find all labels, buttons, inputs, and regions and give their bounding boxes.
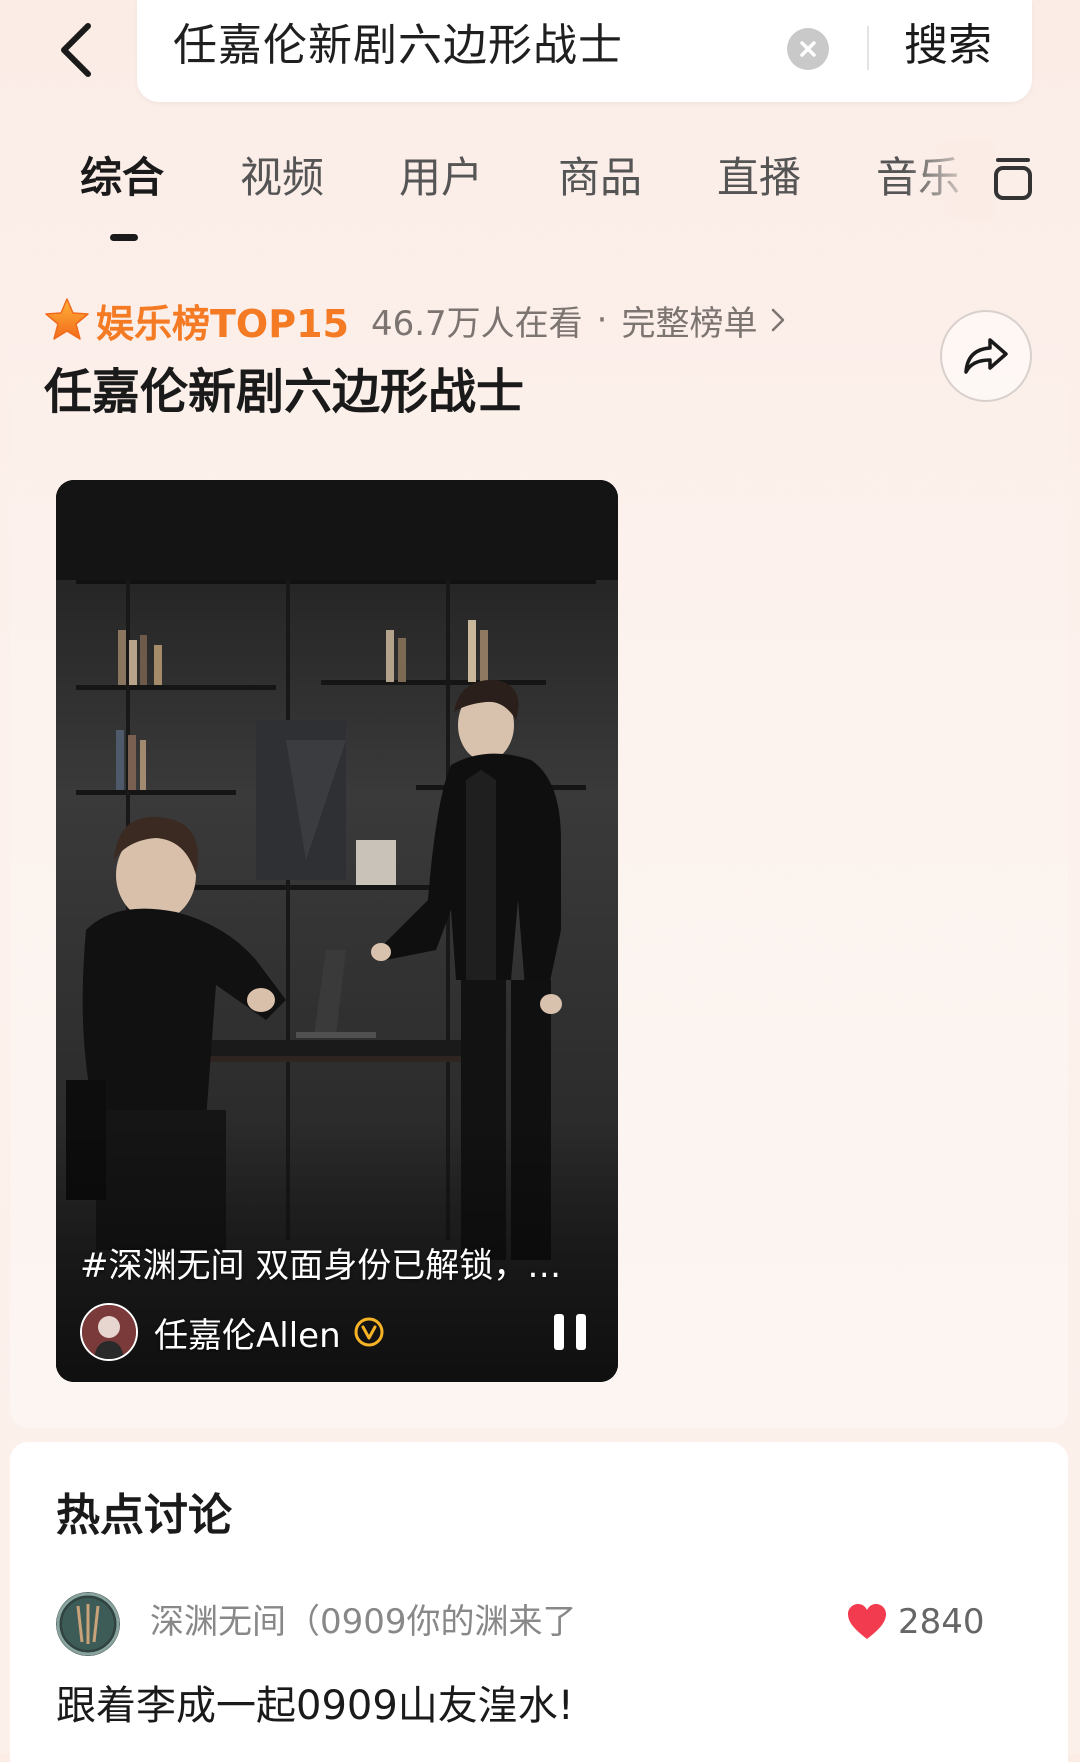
back-button[interactable] [40, 10, 110, 90]
star-icon [45, 298, 89, 340]
commenter-name[interactable]: 深渊无间（0909你的渊来了 [150, 1596, 577, 1648]
heart-icon [848, 1604, 886, 1639]
chevron-right-icon [772, 308, 785, 332]
full-list-label: 完整榜单 [621, 303, 758, 344]
tab-comprehensive[interactable]: 综合 [80, 150, 164, 206]
viewer-count: 46.7万人在看 [370, 303, 583, 344]
like-count: 2840 [898, 1602, 985, 1642]
separator-dot: · [596, 300, 608, 340]
clear-button[interactable] [787, 28, 829, 70]
top-bar: 任嘉伦新剧六边形战士 搜索 [0, 0, 1080, 110]
active-tab-indicator [110, 234, 138, 241]
commenter-avatar-image [56, 1592, 120, 1656]
comment-text: 跟着李成一起0909山友湟水! [56, 1683, 574, 1729]
pause-button[interactable] [550, 1310, 590, 1354]
author-avatar[interactable] [80, 1303, 138, 1361]
back-arrow-icon [61, 23, 91, 77]
pause-icon [554, 1314, 586, 1350]
tab-bar: 综合 视频 用户 商品 直播 音乐 [0, 140, 1080, 250]
share-button[interactable] [940, 310, 1032, 402]
author-avatar-image [82, 1305, 136, 1359]
video-card[interactable]: #深渊无间 双面身份已解锁，… 任嘉伦Allen [56, 480, 618, 1382]
more-tabs-icon [994, 158, 1032, 200]
more-tabs-button[interactable] [990, 154, 1036, 204]
share-icon [964, 338, 1008, 374]
tab-music[interactable]: 音乐 [876, 150, 960, 206]
hot-discussion-card: 热点讨论 深渊无间（0909你的渊来了 2840 跟着李成一起0909山友湟水! [10, 1442, 1068, 1762]
discussion-title: 热点讨论 [56, 1490, 232, 1541]
tab-live[interactable]: 直播 [717, 150, 801, 206]
search-box[interactable]: 任嘉伦新剧六边形战士 搜索 [137, 0, 1032, 102]
hot-list-card: 娱乐榜TOP15 46.7万人在看 · 完整榜单 任嘉伦新剧六边形战士 #深渊无… [10, 268, 1068, 1428]
commenter-avatar[interactable] [56, 1592, 120, 1656]
full-list-link[interactable]: 完整榜单 [621, 296, 785, 345]
rank-row: 娱乐榜TOP15 46.7万人在看 · 完整榜单 [44, 292, 785, 348]
tab-videos[interactable]: 视频 [240, 150, 324, 206]
author-name: 任嘉伦Allen [154, 1315, 341, 1356]
verified-icon [354, 1317, 384, 1347]
search-input[interactable]: 任嘉伦新剧六边形战士 [173, 16, 623, 76]
search-divider [867, 26, 869, 70]
tab-users[interactable]: 用户 [399, 150, 483, 206]
rank-label[interactable]: 娱乐榜TOP15 [96, 293, 349, 348]
comment-header: 深渊无间（0909你的渊来了 2840 [56, 1590, 1036, 1660]
tab-products[interactable]: 商品 [558, 150, 642, 206]
topic-title: 任嘉伦新剧六边形战士 [44, 364, 525, 420]
search-button[interactable]: 搜索 [904, 16, 992, 76]
like-button[interactable]: 2840 [846, 1596, 985, 1648]
video-author[interactable]: 任嘉伦Allen [80, 1303, 385, 1361]
clear-icon [800, 41, 816, 57]
video-caption: #深渊无间 双面身份已解锁，… [80, 1246, 562, 1286]
